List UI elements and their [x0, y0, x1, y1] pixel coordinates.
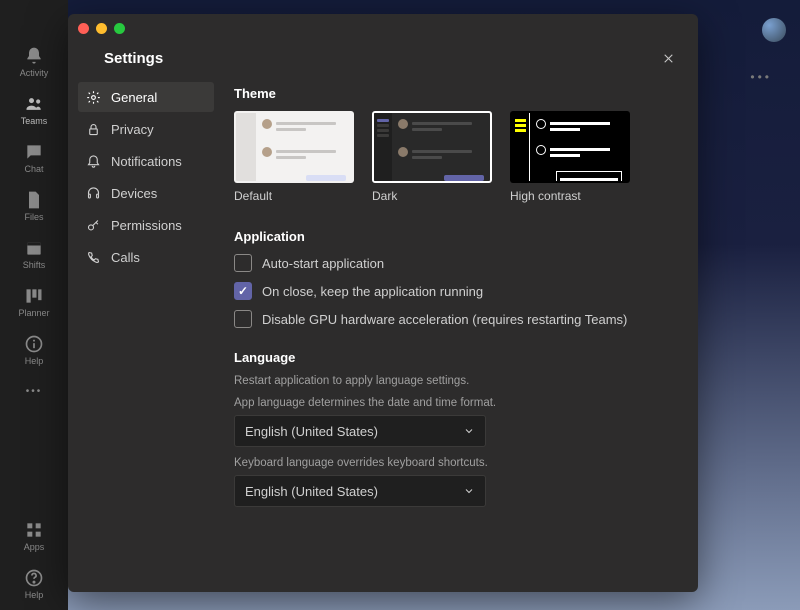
rail-help[interactable]: Help: [10, 328, 58, 372]
app-rail: Activity Teams Chat Files Shifts Planner…: [0, 0, 68, 610]
theme-default[interactable]: Default: [234, 111, 354, 203]
rail-label: Activity: [20, 68, 49, 78]
nav-notifications[interactable]: Notifications: [78, 146, 214, 176]
rail-label: Teams: [21, 116, 48, 126]
titlebar: [68, 14, 698, 42]
nav-label: Privacy: [111, 122, 154, 137]
keyboard-language-select[interactable]: English (United States): [234, 475, 486, 507]
board-icon: [24, 286, 44, 306]
app-language-select[interactable]: English (United States): [234, 415, 486, 447]
theme-high-contrast[interactable]: High contrast: [510, 111, 630, 203]
rail-apps[interactable]: Apps: [10, 514, 58, 558]
rail-more[interactable]: •••: [26, 386, 43, 397]
select-value: English (United States): [245, 424, 378, 439]
apps-icon: [24, 520, 44, 540]
rail-label: Help: [25, 590, 44, 600]
bell-icon: [24, 46, 44, 66]
theme-label: High contrast: [510, 189, 630, 203]
nav-general[interactable]: General: [78, 82, 214, 112]
help-icon: [24, 568, 44, 588]
nav-label: Devices: [111, 186, 157, 201]
checkbox-icon: [234, 310, 252, 328]
checkbox-label: Disable GPU hardware acceleration (requi…: [262, 312, 627, 327]
checkbox-icon: [234, 254, 252, 272]
rail-label: Files: [24, 212, 43, 222]
chat-icon: [24, 142, 44, 162]
keyboard-language-label: Keyboard language overrides keyboard sho…: [234, 457, 670, 469]
language-heading: Language: [234, 350, 670, 365]
settings-content: Theme Default: [224, 82, 698, 592]
close-window-icon[interactable]: [78, 23, 89, 34]
maximize-window-icon[interactable]: [114, 23, 125, 34]
gear-icon: [86, 90, 101, 105]
checkbox-gpu[interactable]: Disable GPU hardware acceleration (requi…: [234, 310, 670, 328]
more-icon[interactable]: •••: [750, 70, 772, 84]
rail-planner[interactable]: Planner: [10, 280, 58, 324]
theme-label: Default: [234, 189, 354, 203]
nav-permissions[interactable]: Permissions: [78, 210, 214, 240]
user-avatar[interactable]: [762, 18, 786, 42]
chevron-down-icon: [463, 485, 475, 497]
application-heading: Application: [234, 229, 670, 244]
rail-label: Planner: [18, 308, 49, 318]
theme-thumbnail: [372, 111, 492, 183]
nav-label: General: [111, 90, 157, 105]
checkbox-label: On close, keep the application running: [262, 284, 483, 299]
nav-label: Notifications: [111, 154, 182, 169]
nav-calls[interactable]: Calls: [78, 242, 214, 272]
app-language-label: App language determines the date and tim…: [234, 397, 670, 409]
theme-thumbnail: [510, 111, 630, 183]
settings-header: Settings: [68, 42, 698, 82]
settings-window: Settings General Privacy Notifications D…: [68, 14, 698, 592]
rail-help-bottom[interactable]: Help: [10, 562, 58, 606]
settings-nav: General Privacy Notifications Devices Pe…: [68, 82, 224, 592]
rail-label: Help: [25, 356, 44, 366]
checkbox-icon: [234, 282, 252, 300]
phone-icon: [86, 250, 101, 265]
checkbox-label: Auto-start application: [262, 256, 384, 271]
headset-icon: [86, 186, 101, 201]
rail-files[interactable]: Files: [10, 184, 58, 228]
select-value: English (United States): [245, 484, 378, 499]
rail-chat[interactable]: Chat: [10, 136, 58, 180]
bell-icon: [86, 154, 101, 169]
theme-heading: Theme: [234, 86, 670, 101]
nav-privacy[interactable]: Privacy: [78, 114, 214, 144]
language-restart-note: Restart application to apply language se…: [234, 375, 670, 387]
people-icon: [24, 94, 44, 114]
settings-title: Settings: [104, 50, 163, 67]
rail-teams[interactable]: Teams: [10, 88, 58, 132]
calendar-icon: [24, 238, 44, 258]
info-icon: [24, 334, 44, 354]
rail-label: Apps: [24, 542, 45, 552]
rail-shifts[interactable]: Shifts: [10, 232, 58, 276]
rail-activity[interactable]: Activity: [10, 40, 58, 84]
nav-label: Calls: [111, 250, 140, 265]
minimize-window-icon[interactable]: [96, 23, 107, 34]
theme-dark[interactable]: Dark: [372, 111, 492, 203]
lock-icon: [86, 122, 101, 137]
checkbox-autostart[interactable]: Auto-start application: [234, 254, 670, 272]
file-icon: [24, 190, 44, 210]
theme-label: Dark: [372, 189, 492, 203]
checkbox-onclose[interactable]: On close, keep the application running: [234, 282, 670, 300]
close-button[interactable]: [654, 44, 682, 72]
rail-label: Chat: [24, 164, 43, 174]
theme-thumbnail: [234, 111, 354, 183]
key-icon: [86, 218, 101, 233]
nav-label: Permissions: [111, 218, 182, 233]
chevron-down-icon: [463, 425, 475, 437]
window-controls: [78, 23, 125, 34]
rail-label: Shifts: [23, 260, 46, 270]
close-icon: [662, 52, 675, 65]
nav-devices[interactable]: Devices: [78, 178, 214, 208]
theme-options: Default Dark: [234, 111, 670, 203]
